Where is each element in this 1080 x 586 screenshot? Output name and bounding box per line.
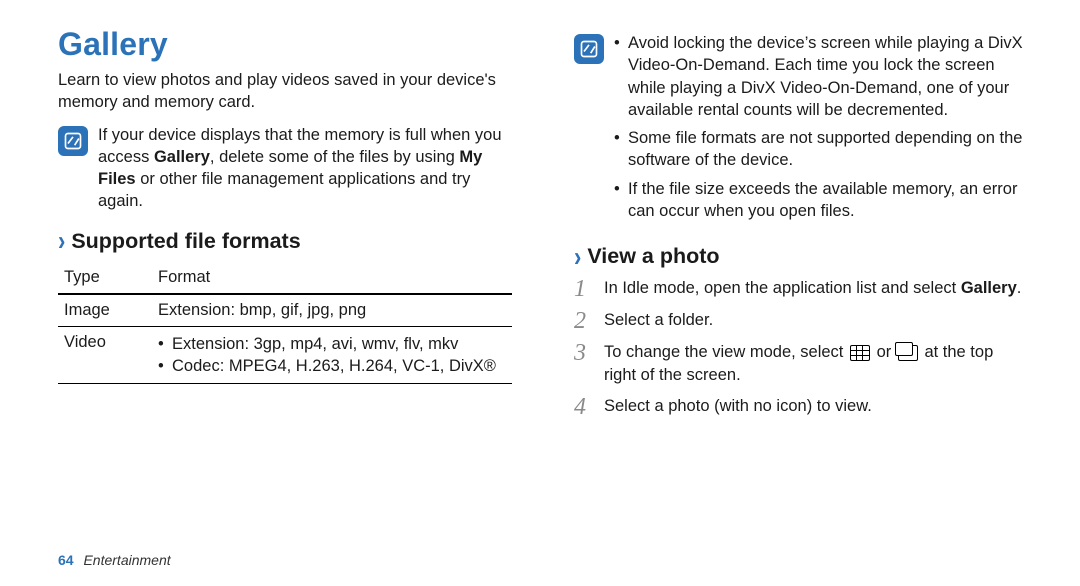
note-memory-full: If your device displays that the memory … — [58, 124, 512, 213]
step-text: In Idle mode, open the application list … — [604, 279, 961, 297]
cell-type: Video — [58, 326, 152, 384]
heading-supported-formats: › Supported file formats — [58, 229, 512, 254]
note-icon — [574, 34, 604, 64]
chevron-icon: › — [574, 243, 581, 271]
step-text: or — [877, 343, 896, 361]
page-title: Gallery — [58, 26, 512, 63]
note-bold-gallery: Gallery — [154, 148, 210, 166]
format-item: Codec: MPEG4, H.263, H.264, VC-1, DivX® — [158, 355, 502, 377]
step-bold-gallery: Gallery — [961, 279, 1017, 297]
th-format: Format — [152, 262, 512, 294]
heading-text: Supported file formats — [71, 229, 300, 254]
heading-view-photo: › View a photo — [574, 244, 1028, 269]
page-number: 64 — [58, 552, 74, 568]
cell-format: Extension: 3gp, mp4, avi, wmv, flv, mkv … — [152, 326, 512, 384]
step-text: Select a folder. — [604, 309, 1028, 333]
intro-text: Learn to view photos and play videos sav… — [58, 69, 512, 114]
step-1: 1 In Idle mode, open the application lis… — [574, 277, 1028, 301]
table-row: Video Extension: 3gp, mp4, avi, wmv, flv… — [58, 326, 512, 384]
steps-list: 1 In Idle mode, open the application lis… — [574, 277, 1028, 419]
cell-type: Image — [58, 294, 152, 327]
page-footer: 64 Entertainment — [58, 552, 171, 568]
note-bullet: Avoid locking the device’s screen while … — [614, 32, 1028, 121]
note-body: Avoid locking the device’s screen while … — [614, 32, 1028, 228]
stack-view-icon — [898, 345, 918, 361]
step-2: 2 Select a folder. — [574, 309, 1028, 333]
section-name: Entertainment — [83, 552, 170, 568]
step-text: Select a photo (with no icon) to view. — [604, 395, 1028, 419]
table-row: Image Extension: bmp, gif, jpg, png — [58, 294, 512, 327]
th-type: Type — [58, 262, 152, 294]
grid-view-icon — [850, 345, 870, 361]
step-number: 3 — [574, 341, 596, 387]
note-divx-etc: Avoid locking the device’s screen while … — [574, 32, 1028, 228]
note-icon — [58, 126, 88, 156]
step-text: . — [1017, 279, 1022, 297]
cell-format: Extension: bmp, gif, jpg, png — [152, 294, 512, 327]
note-body: If your device displays that the memory … — [98, 124, 512, 213]
step-number: 1 — [574, 277, 596, 301]
heading-text: View a photo — [587, 244, 719, 269]
chevron-icon: › — [58, 227, 65, 255]
step-text: To change the view mode, select — [604, 343, 848, 361]
step-3: 3 To change the view mode, select or at … — [574, 341, 1028, 387]
note-bullet: Some file formats are not supported depe… — [614, 127, 1028, 172]
format-item: Extension: 3gp, mp4, avi, wmv, flv, mkv — [158, 333, 502, 355]
step-4: 4 Select a photo (with no icon) to view. — [574, 395, 1028, 419]
step-number: 4 — [574, 395, 596, 419]
formats-table: Type Format Image Extension: bmp, gif, j… — [58, 262, 512, 385]
step-number: 2 — [574, 309, 596, 333]
note-text: , delete some of the files by using — [210, 148, 459, 166]
note-text: or other file management applications an… — [98, 170, 470, 210]
note-bullet: If the file size exceeds the available m… — [614, 178, 1028, 223]
